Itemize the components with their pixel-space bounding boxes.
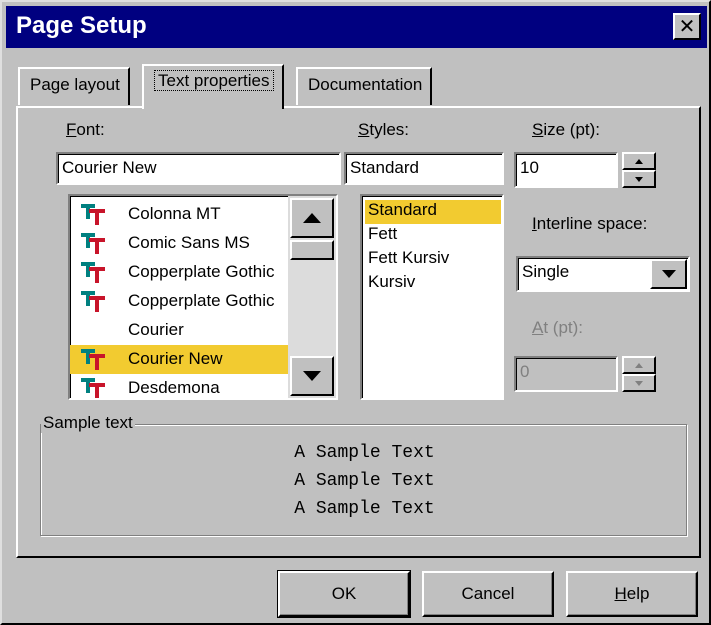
tab-documentation-label: Documentation [308,75,423,94]
tab-page-layout[interactable]: Page layout [18,67,130,105]
at-input[interactable]: 0 [514,356,618,392]
sample-line-1: A Sample Text [294,443,435,463]
close-icon: ✕ [678,15,696,38]
cancel-button[interactable]: Cancel [422,571,554,617]
style-list-item[interactable]: Fett Kursiv [365,248,501,272]
font-scroll-up-button[interactable] [290,198,334,238]
style-list-item[interactable]: Standard [365,200,501,224]
font-list-item[interactable]: Copperplate Gothic [70,287,288,316]
font-list-item[interactable]: Courier [70,316,288,345]
interline-label: Interline space: [532,214,648,233]
close-button[interactable]: ✕ [673,13,701,40]
styles-input[interactable]: Standard [344,152,504,185]
style-list-item[interactable]: Kursiv [365,272,501,296]
tab-documentation[interactable]: Documentation [296,67,433,105]
font-scroll-thumb[interactable] [290,240,334,260]
truetype-font-icon [81,349,105,370]
title-bar[interactable]: Page Setup ✕ [6,6,707,48]
page-setup-dialog: Page Setup ✕ Page layout Text properties… [0,0,711,625]
font-list-item-label: Copperplate Gothic [128,291,275,310]
cancel-button-label: Cancel [461,584,515,603]
help-button[interactable]: Help [566,571,698,617]
ok-button-label: OK [331,584,357,603]
font-list-item-label: Courier [128,320,184,339]
font-list-item-label: Comic Sans MS [128,233,250,252]
triangle-down-icon [635,176,643,182]
triangle-up-icon [635,158,643,164]
tab-text-properties-label: Text properties [154,70,274,91]
truetype-font-icon [81,233,105,254]
truetype-font-icon [81,204,105,225]
chevron-down-icon [661,270,676,278]
interline-dropdown-button[interactable] [650,259,687,289]
at-label: At (pt): [532,318,584,337]
font-scroll-down-button[interactable] [290,356,334,396]
window-title: Page Setup [16,12,147,39]
font-list-item-label: Courier New [128,349,223,368]
size-spin-up-button[interactable] [622,152,656,170]
font-list-item[interactable]: Desdemona [70,374,288,398]
font-list-item[interactable]: Colonna MT [70,200,288,229]
size-spinner[interactable] [622,152,656,188]
styles-label: Styles: [358,120,410,139]
triangle-up-icon [635,362,643,368]
font-listbox[interactable]: Colonna MT Comic Sans MS Copperplate Gothi… [68,194,338,400]
font-list-item-label: Copperplate Gothic [128,262,275,281]
font-input[interactable]: Courier New [56,152,341,185]
sample-line-3: A Sample Text [294,499,435,519]
font-list-item[interactable]: Courier New [70,345,288,374]
text-properties-panel: Font: Courier New Colonna MT Comic Sans M… [16,106,701,558]
font-list-item[interactable]: Comic Sans MS [70,229,288,258]
font-label: Font: [66,120,105,139]
font-list-item-label: Colonna MT [128,204,221,223]
tab-page-layout-label: Page layout [30,75,120,94]
style-list-item[interactable]: Fett [365,224,501,248]
truetype-font-icon [81,262,105,283]
sample-text-title: Sample text [41,413,135,433]
size-label: Size (pt): [532,120,601,139]
help-button-label: Help [614,584,650,603]
ok-button[interactable]: OK [277,570,411,618]
triangle-down-icon [635,380,643,386]
sample-text-group: Sample text A Sample Text A Sample Text … [40,413,687,536]
styles-listbox[interactable]: Standard Fett Fett Kursiv Kursiv [360,194,504,400]
at-spin-down-button[interactable] [622,374,656,392]
at-spinner[interactable] [622,356,656,392]
triangle-up-icon [303,213,321,223]
truetype-font-icon [81,291,105,312]
interline-value: Single [522,262,570,281]
triangle-down-icon [303,371,321,381]
font-list-item-label: Desdemona [128,378,220,397]
font-list-item[interactable]: Copperplate Gothic [70,258,288,287]
tab-text-properties[interactable]: Text properties [142,64,284,109]
sample-line-2: A Sample Text [294,471,435,491]
size-input[interactable]: 10 [514,152,618,188]
at-spin-up-button[interactable] [622,356,656,374]
size-spin-down-button[interactable] [622,170,656,188]
truetype-font-icon [81,378,105,398]
